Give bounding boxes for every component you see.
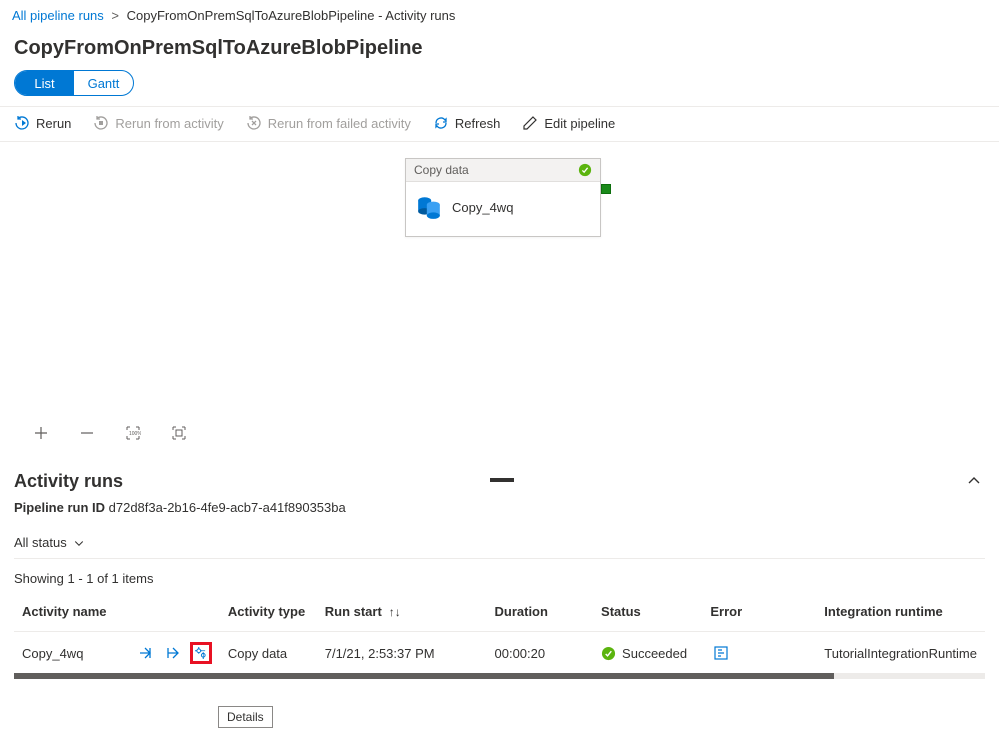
success-check-icon: [578, 163, 592, 177]
page-title: CopyFromOnPremSqlToAzureBlobPipeline: [0, 31, 999, 70]
refresh-button[interactable]: Refresh: [433, 115, 501, 131]
col-run-start-label: Run start: [325, 604, 382, 619]
copy-data-icon: [416, 194, 442, 220]
sort-icon: ↑↓: [385, 605, 400, 619]
refresh-icon: [433, 115, 449, 131]
chevron-down-icon: [73, 537, 85, 549]
collapse-panel-button[interactable]: [963, 470, 985, 492]
rerun-icon: [14, 115, 30, 131]
result-count: Showing 1 - 1 of 1 items: [14, 571, 985, 586]
col-activity-name[interactable]: Activity name: [14, 594, 220, 632]
status-filter[interactable]: All status: [14, 527, 985, 559]
cell-status: Succeeded: [593, 632, 702, 675]
rerun-from-activity-button: Rerun from activity: [93, 115, 223, 131]
toolbar: Rerun Rerun from activity Rerun from fai…: [0, 106, 999, 142]
rerun-from-failed-button: Rerun from failed activity: [246, 115, 411, 131]
pipeline-run-id-label: Pipeline run ID: [14, 500, 105, 515]
cell-run-start: 7/1/21, 2:53:37 PM: [317, 632, 487, 675]
zoom-reset-button[interactable]: 100%: [122, 422, 144, 444]
rerun-failed-icon: [246, 115, 262, 131]
cell-duration: 00:00:20: [487, 632, 594, 675]
pipeline-run-id: Pipeline run ID d72d8f3a-2b16-4fe9-acb7-…: [14, 500, 985, 515]
col-activity-type[interactable]: Activity type: [220, 594, 317, 632]
panel-resize-handle[interactable]: [490, 478, 514, 482]
col-integration-runtime[interactable]: Integration runtime: [816, 594, 985, 632]
pipeline-run-id-value: d72d8f3a-2b16-4fe9-acb7-a41f890353ba: [109, 500, 346, 515]
status-success-icon: [601, 646, 616, 661]
rerun-from-activity-label: Rerun from activity: [115, 116, 223, 131]
activity-runs-heading: Activity runs: [14, 471, 123, 492]
details-tooltip: Details: [218, 706, 273, 728]
zoom-out-button[interactable]: [76, 422, 98, 444]
refresh-label: Refresh: [455, 116, 501, 131]
breadcrumb-separator: >: [111, 8, 119, 23]
cell-activity-name: Copy_4wq: [22, 646, 128, 661]
node-header: Copy data: [406, 159, 600, 182]
cell-integration-runtime: TutorialIntegrationRuntime: [816, 632, 985, 675]
breadcrumb: All pipeline runs > CopyFromOnPremSqlToA…: [0, 0, 999, 31]
edit-pipeline-button[interactable]: Edit pipeline: [522, 115, 615, 131]
output-button[interactable]: [162, 642, 184, 664]
activity-node[interactable]: Copy data Copy_4wq: [405, 158, 601, 237]
edit-pipeline-label: Edit pipeline: [544, 116, 615, 131]
status-filter-label: All status: [14, 535, 67, 550]
breadcrumb-current: CopyFromOnPremSqlToAzureBlobPipeline - A…: [127, 8, 456, 23]
table-row[interactable]: Copy_4wq Copy data 7/1/21, 2:53:37 PM 00…: [14, 632, 985, 675]
rerun-button[interactable]: Rerun: [14, 115, 71, 131]
col-error[interactable]: Error: [702, 594, 816, 632]
rerun-label: Rerun: [36, 116, 71, 131]
activity-runs-table: Activity name Activity type Run start ↑↓…: [14, 594, 985, 674]
view-toggle: List Gantt: [14, 70, 134, 96]
cell-activity-type: Copy data: [220, 632, 317, 675]
col-duration[interactable]: Duration: [487, 594, 594, 632]
canvas-zoom-bar: 100%: [30, 422, 190, 444]
node-type-label: Copy data: [414, 163, 469, 177]
horizontal-scrollbar[interactable]: [14, 673, 985, 679]
svg-text:100%: 100%: [129, 431, 141, 437]
rerun-activity-icon: [93, 115, 109, 131]
col-status[interactable]: Status: [593, 594, 702, 632]
node-name-label: Copy_4wq: [452, 200, 513, 215]
zoom-in-button[interactable]: [30, 422, 52, 444]
cell-error: [702, 632, 816, 675]
error-details-button[interactable]: [710, 642, 732, 664]
edit-icon: [522, 115, 538, 131]
cell-status-label: Succeeded: [622, 646, 687, 661]
view-list-button[interactable]: List: [15, 71, 74, 95]
input-button[interactable]: [134, 642, 156, 664]
view-gantt-button[interactable]: Gantt: [74, 71, 133, 95]
node-body: Copy_4wq: [406, 182, 600, 236]
details-button[interactable]: [190, 642, 212, 664]
pipeline-canvas[interactable]: Copy data Copy_4wq 100%: [0, 142, 999, 452]
zoom-fit-button[interactable]: [168, 422, 190, 444]
breadcrumb-root[interactable]: All pipeline runs: [12, 8, 104, 23]
col-run-start[interactable]: Run start ↑↓: [317, 594, 487, 632]
rerun-from-failed-label: Rerun from failed activity: [268, 116, 411, 131]
node-output-handle[interactable]: [601, 184, 611, 194]
